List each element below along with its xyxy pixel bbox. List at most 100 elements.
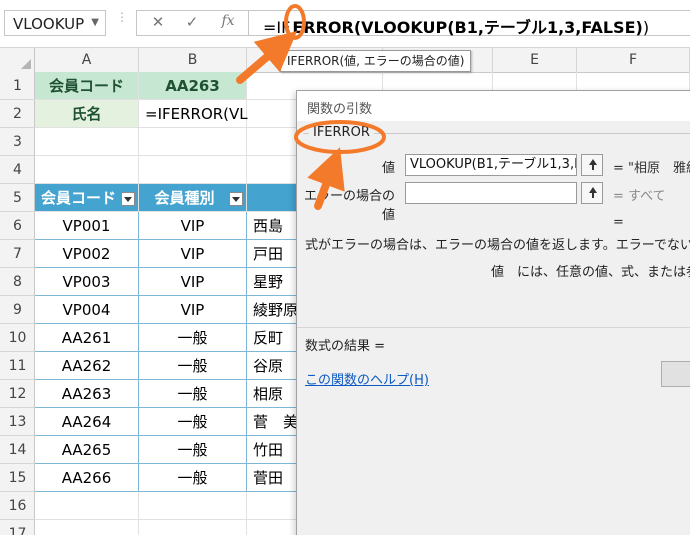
name-box-value: VLOOKUP bbox=[13, 15, 85, 33]
row-header-13[interactable]: 13 bbox=[0, 408, 35, 436]
row-header-8[interactable]: 8 bbox=[0, 268, 35, 296]
function-result-equals: = bbox=[613, 215, 624, 230]
row-header-4[interactable]: 4 bbox=[0, 156, 35, 184]
cell[interactable] bbox=[139, 128, 247, 156]
cell[interactable] bbox=[139, 492, 247, 520]
table-cell-code[interactable]: VP004 bbox=[35, 296, 139, 324]
formula-cell-name[interactable]: =IFERROR(VL bbox=[139, 100, 248, 128]
input-member-code[interactable]: AA263 bbox=[139, 72, 247, 100]
cell[interactable] bbox=[35, 492, 139, 520]
table-cell-type[interactable]: 一般 bbox=[139, 352, 247, 380]
table-cell-code[interactable]: VP001 bbox=[35, 212, 139, 240]
cell[interactable] bbox=[35, 156, 139, 184]
cell[interactable] bbox=[139, 156, 247, 184]
arrow-stem-icon bbox=[592, 193, 594, 198]
ok-button[interactable] bbox=[661, 361, 690, 387]
table-cell-type[interactable]: 一般 bbox=[139, 436, 247, 464]
table-cell-code[interactable]: AA261 bbox=[35, 324, 139, 352]
table-cell-code[interactable]: AA264 bbox=[35, 408, 139, 436]
label-member-code[interactable]: 会員コード bbox=[35, 72, 139, 100]
function-tooltip: IFERROR(値, エラーの場合の値) bbox=[280, 50, 472, 72]
dialog-titlebar[interactable]: 関数の引数 bbox=[297, 91, 690, 121]
arg1-result: = "相原 雅紀 bbox=[613, 161, 690, 176]
row-header-7[interactable]: 7 bbox=[0, 240, 35, 268]
chevron-down-icon bbox=[124, 197, 132, 202]
chevron-down-icon[interactable]: ▼ bbox=[91, 17, 99, 28]
enter-button[interactable]: ✓ bbox=[177, 13, 207, 35]
filter-dropdown-button[interactable] bbox=[229, 192, 243, 206]
formula-close-inner: ) bbox=[635, 18, 643, 37]
arg2-collapse-button[interactable] bbox=[581, 182, 603, 204]
formula-prefix: =IF bbox=[263, 18, 291, 37]
table-cell-code[interactable]: AA262 bbox=[35, 352, 139, 380]
function-arguments-dialog: 関数の引数 IFERROR 値 VLOOKUP(B1,テーブル1,3,FALS … bbox=[296, 90, 690, 535]
help-link[interactable]: この関数のヘルプ(H) bbox=[305, 369, 429, 388]
excel-window: VLOOKUP ▼ ⋮ ✕ ✓ fx =IF ERROR(VLOOKUP(B1,テ… bbox=[0, 0, 690, 535]
dialog-title: 関数の引数 bbox=[307, 102, 373, 117]
row-header-15[interactable]: 15 bbox=[0, 464, 35, 492]
table-cell-type[interactable]: 一般 bbox=[139, 324, 247, 352]
row-header-11[interactable]: 11 bbox=[0, 352, 35, 380]
arg2-result: = すべて bbox=[613, 189, 666, 204]
row-header-3[interactable]: 3 bbox=[0, 128, 35, 156]
formula-arguments: B1,テーブル1,3,FALSE bbox=[454, 18, 636, 37]
column-header-a[interactable]: A bbox=[35, 48, 139, 72]
row-header-12[interactable]: 12 bbox=[0, 380, 35, 408]
table-header-label: 会員コード bbox=[40, 189, 116, 207]
arg1-input[interactable]: VLOOKUP(B1,テーブル1,3,FALS bbox=[405, 154, 577, 176]
table-cell-type[interactable]: VIP bbox=[139, 268, 247, 296]
row-header-1[interactable]: 1 bbox=[0, 72, 35, 100]
cancel-button[interactable]: ✕ bbox=[143, 13, 173, 35]
table-cell-type[interactable]: 一般 bbox=[139, 380, 247, 408]
arg2-input[interactable] bbox=[405, 182, 577, 204]
cell[interactable] bbox=[35, 520, 139, 535]
table-cell-code[interactable]: AA265 bbox=[35, 436, 139, 464]
label-name[interactable]: 氏名 bbox=[35, 100, 139, 128]
cell[interactable] bbox=[139, 520, 247, 535]
chevron-down-icon bbox=[232, 197, 240, 202]
column-header-e[interactable]: E bbox=[493, 48, 577, 72]
row-headers: 1 2 3 4 5 6 7 8 9 10 11 12 13 14 15 16 17 bbox=[0, 72, 35, 535]
table-cell-type[interactable]: 一般 bbox=[139, 464, 247, 492]
table-cell-code[interactable]: VP002 bbox=[35, 240, 139, 268]
formula-input[interactable]: =IF ERROR(VLOOKUP(B1,テーブル1,3,FALSE)) bbox=[248, 10, 690, 38]
row-header-5[interactable]: 5 bbox=[0, 184, 35, 212]
row-header-16[interactable]: 16 bbox=[0, 492, 35, 520]
formula-close-outer: ) bbox=[642, 18, 650, 37]
row-header-10[interactable]: 10 bbox=[0, 324, 35, 352]
cell[interactable] bbox=[35, 128, 139, 156]
formula-bar: VLOOKUP ▼ ⋮ ✕ ✓ fx =IF ERROR(VLOOKUP(B1,テ… bbox=[0, 0, 690, 48]
select-all-button[interactable] bbox=[0, 48, 35, 72]
insert-function-button[interactable]: fx bbox=[213, 13, 243, 35]
table-cell-type[interactable]: VIP bbox=[139, 296, 247, 324]
arrow-stem-icon bbox=[592, 165, 594, 170]
table-cell-type[interactable]: 一般 bbox=[139, 408, 247, 436]
table-cell-type[interactable]: VIP bbox=[139, 212, 247, 240]
table-cell-code[interactable]: AA266 bbox=[35, 464, 139, 492]
function-name-label: IFERROR bbox=[309, 125, 374, 140]
name-box[interactable]: VLOOKUP ▼ bbox=[4, 10, 106, 36]
table-cell-code[interactable]: AA263 bbox=[35, 380, 139, 408]
formula-result-label: 数式の結果 = bbox=[305, 339, 386, 354]
row-header-9[interactable]: 9 bbox=[0, 296, 35, 324]
arg2-label: エラーの場合の値 bbox=[303, 189, 395, 223]
formula-text: =IF ERROR(VLOOKUP(B1,テーブル1,3,FALSE)) bbox=[263, 14, 649, 38]
row-header-14[interactable]: 14 bbox=[0, 436, 35, 464]
arg1-collapse-button[interactable] bbox=[581, 154, 603, 176]
formula-function-name: ERROR( bbox=[292, 18, 362, 37]
row-header-17[interactable]: 17 bbox=[0, 520, 35, 535]
function-description: 式がエラーの場合は、エラーの場合の値を返します。エラーでない場合は、式の値自 bbox=[305, 238, 690, 253]
table-header-1[interactable]: 会員種別 bbox=[139, 184, 247, 212]
table-header-0[interactable]: 会員コード bbox=[35, 184, 139, 212]
row-header-2[interactable]: 2 bbox=[0, 100, 35, 128]
row-header-6[interactable]: 6 bbox=[0, 212, 35, 240]
filter-dropdown-button[interactable] bbox=[121, 192, 135, 206]
column-header-f[interactable]: F bbox=[577, 48, 690, 72]
grip-icon: ⋮ bbox=[116, 10, 128, 24]
formula-buttons: ✕ ✓ fx bbox=[136, 10, 248, 36]
arg1-label: 値 bbox=[381, 161, 395, 176]
table-cell-type[interactable]: VIP bbox=[139, 240, 247, 268]
column-header-b[interactable]: B bbox=[139, 48, 247, 72]
divider bbox=[297, 327, 690, 328]
table-cell-code[interactable]: VP003 bbox=[35, 268, 139, 296]
